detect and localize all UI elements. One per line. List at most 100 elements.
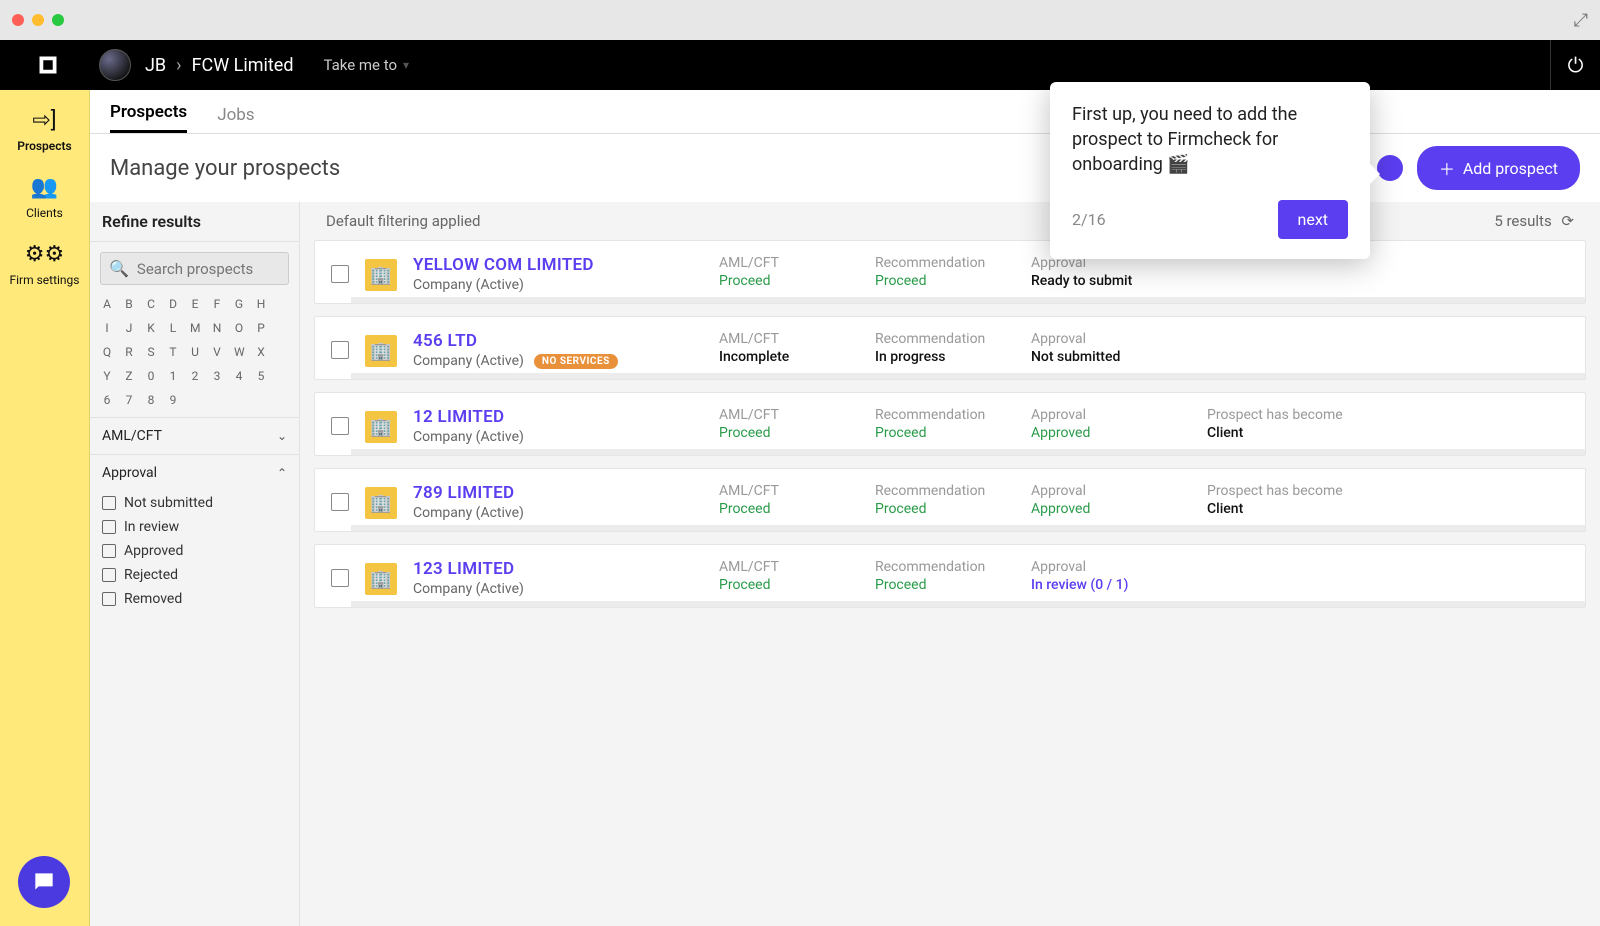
filter-option[interactable]: Approved [102,543,287,559]
filter-option[interactable]: Rejected [102,567,287,583]
alpha-letter[interactable]: 0 [146,369,156,383]
alpha-letter[interactable]: 4 [234,369,244,383]
alpha-letter[interactable]: C [146,297,156,311]
row-checkbox[interactable] [331,341,349,359]
prospect-name[interactable]: 456 LTD [413,331,703,351]
refine-panel: Refine results 🔍 ABCDEFGH IJKLMNOP QRSTUVW… [90,202,300,926]
window-maximize-button[interactable] [52,14,64,26]
prospect-row[interactable]: 🏢123 LIMITEDCompany (Active) AML/CFTProc… [314,544,1586,608]
search-prospects-input[interactable]: 🔍 [100,252,289,285]
breadcrumb-company[interactable]: FCW Limited [192,55,294,76]
prospect-name[interactable]: 12 LIMITED [413,407,703,427]
user-avatar[interactable] [99,49,131,81]
checkbox-icon [102,544,116,558]
alpha-letter[interactable]: F [212,297,222,311]
take-me-to-dropdown[interactable]: Take me to ▾ [323,56,409,74]
alpha-letter[interactable]: 8 [146,393,156,407]
sidebar-item-firm-settings[interactable]: ⚙⚙ Firm settings [9,242,79,287]
alpha-letter[interactable]: T [168,345,178,359]
app-logo[interactable] [0,53,95,77]
filter-option-label: Approved [124,543,183,559]
alpha-letter[interactable]: Z [124,369,134,383]
tour-indicator-dot[interactable] [1377,155,1403,181]
prospect-row[interactable]: 🏢789 LIMITEDCompany (Active) AML/CFTProc… [314,468,1586,532]
alpha-letter[interactable]: K [146,321,156,335]
prospect-row[interactable]: 🏢YELLOW COM LIMITEDCompany (Active) AML/… [314,240,1586,304]
filter-option-label: Not submitted [124,495,213,511]
row-checkbox[interactable] [331,265,349,283]
col-value-approval: Not submitted [1031,349,1191,365]
prospect-name[interactable]: 123 LIMITED [413,559,703,579]
prospect-row[interactable]: 🏢456 LTDCompany (Active) NO SERVICESAML/… [314,316,1586,380]
alpha-letter[interactable]: B [124,297,134,311]
row-checkbox[interactable] [331,493,349,511]
alpha-letter[interactable]: 1 [168,369,178,383]
alpha-letter[interactable]: I [102,321,112,335]
alpha-letter[interactable]: M [190,321,200,335]
alpha-letter[interactable]: Q [102,345,112,359]
window-close-button[interactable] [12,14,24,26]
alpha-letter[interactable]: A [102,297,112,311]
col-value-rec: In progress [875,349,1015,365]
alpha-letter[interactable]: 9 [168,393,178,407]
tab-prospects[interactable]: Prospects [110,102,187,133]
prospect-name[interactable]: YELLOW COM LIMITED [413,255,703,275]
row-checkbox[interactable] [331,569,349,587]
filter-option[interactable]: Not submitted [102,495,287,511]
help-chat-button[interactable] [18,856,70,908]
prospect-name[interactable]: 789 LIMITED [413,483,703,503]
sidebar-item-prospects[interactable]: ⇨] Prospects [17,108,71,153]
filter-option[interactable]: Removed [102,591,287,607]
window-minimize-button[interactable] [32,14,44,26]
alpha-letter[interactable]: G [234,297,244,311]
alpha-letter[interactable]: D [168,297,178,311]
alpha-letter[interactable]: U [190,345,200,359]
alpha-letter[interactable]: Y [102,369,112,383]
breadcrumb-user[interactable]: JB [145,55,166,76]
alpha-letter[interactable]: 7 [124,393,134,407]
filter-option[interactable]: In review [102,519,287,535]
filter-amlcft-label: AML/CFT [102,428,162,444]
expand-icon[interactable]: ⤢ [1574,10,1588,31]
refine-title: Refine results [102,212,201,231]
alpha-letter[interactable]: W [234,345,244,359]
alpha-letter[interactable]: 3 [212,369,222,383]
col-label-approval: Approval [1031,483,1191,499]
search-field[interactable] [137,260,280,278]
alpha-letter[interactable]: R [124,345,134,359]
row-checkbox[interactable] [331,417,349,435]
alpha-letter[interactable]: N [212,321,222,335]
add-prospect-button[interactable]: ＋ Add prospect [1417,146,1580,190]
alpha-letter[interactable]: H [256,297,266,311]
prospect-row[interactable]: 🏢12 LIMITEDCompany (Active) AML/CFTProce… [314,392,1586,456]
col-label-rec: Recommendation [875,559,1015,575]
col-value-aml: Proceed [719,425,859,441]
alpha-letter[interactable]: V [212,345,222,359]
tab-jobs[interactable]: Jobs [217,105,254,133]
alpha-letter[interactable]: 6 [102,393,112,407]
logout-button[interactable]: ⏻ [1550,40,1600,90]
alpha-letter[interactable]: J [124,321,134,335]
alpha-letter[interactable]: P [256,321,266,335]
refresh-icon[interactable]: ⟳ [1561,212,1574,230]
sidebar-item-clients[interactable]: 👥 Clients [26,175,63,220]
alpha-letter[interactable]: X [256,345,266,359]
alpha-letter[interactable]: E [190,297,200,311]
tour-next-button[interactable]: next [1278,200,1349,239]
alpha-letter[interactable]: 5 [256,369,266,383]
take-me-to-label: Take me to [323,56,397,74]
alpha-letter[interactable]: L [168,321,178,335]
col-label-rec: Recommendation [875,483,1015,499]
col-value-become: Client [1207,501,1377,517]
col-label-aml: AML/CFT [719,407,859,423]
col-value-aml: Proceed [719,577,859,593]
filter-approval-toggle[interactable]: Approval ⌃ [90,455,299,491]
alpha-letter[interactable]: O [234,321,244,335]
alpha-letter[interactable]: S [146,345,156,359]
building-icon: 🏢 [365,411,397,443]
filter-amlcft-toggle[interactable]: AML/CFT ⌄ [90,418,299,454]
alpha-letter[interactable]: 2 [190,369,200,383]
checkbox-icon [102,568,116,582]
filter-approval-options: Not submitted In review Approved Rejected Re… [90,491,299,619]
col-label-become: Prospect has become [1207,407,1377,423]
